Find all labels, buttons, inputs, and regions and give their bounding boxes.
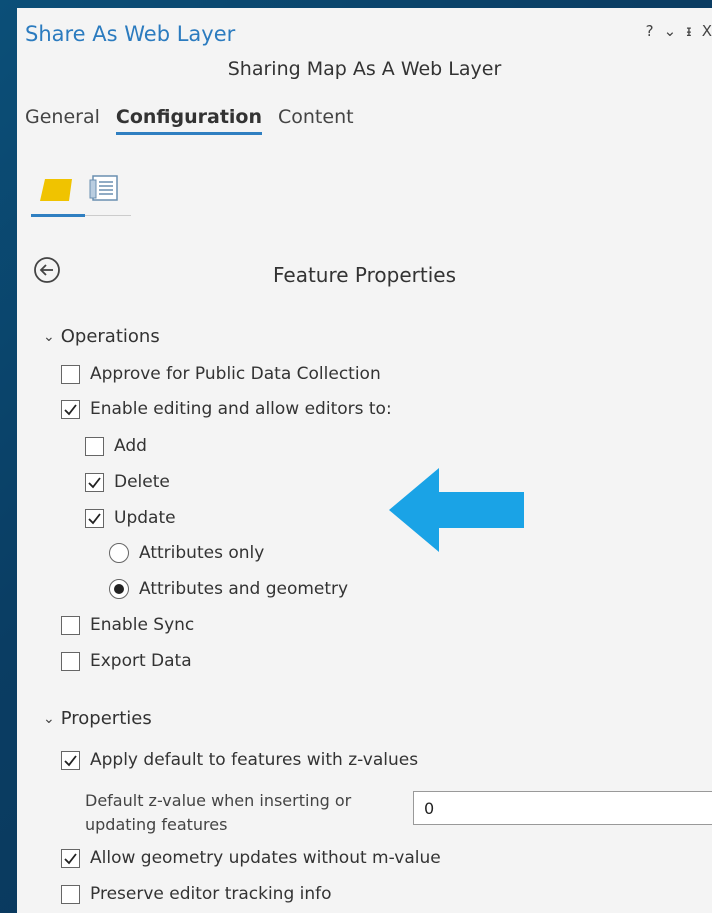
subtab-divider [85,215,131,216]
properties-header-label: Properties [60,708,152,729]
update-row[interactable]: Update [85,508,176,528]
attributes-only-row[interactable]: Attributes only [109,543,264,563]
attributes-geometry-radio[interactable] [109,579,129,599]
default-z-value-label-line2: updating features [85,815,228,834]
section-title: Feature Properties [272,263,456,287]
layer-icon[interactable] [39,178,73,202]
arrow-pointer-icon [389,468,524,552]
add-row[interactable]: Add [85,436,147,456]
pane-controls: ? ⌄ ᵻ X [646,22,712,40]
preserve-editor-tracking-label: Preserve editor tracking info [90,884,332,904]
chevron-down-icon: ⌄ [43,328,55,345]
checkmark-icon [88,476,101,488]
config-subtabs [31,170,131,226]
close-icon[interactable]: X [702,22,712,40]
allow-geometry-updates-label: Allow geometry updates without m-value [90,848,441,868]
delete-row[interactable]: Delete [85,472,170,492]
attributes-geometry-row[interactable]: Attributes and geometry [109,579,348,599]
default-z-value-input[interactable] [413,791,712,825]
checkmark-icon [64,403,77,415]
list-icon[interactable] [89,174,123,204]
add-checkbox[interactable] [85,436,104,456]
default-z-value-label: Default z-value when inserting or updati… [85,789,385,837]
operations-header-label: Operations [60,326,160,347]
export-data-checkbox[interactable] [61,651,80,671]
export-data-label: Export Data [90,651,192,671]
tab-bar: General Configuration Content [25,106,354,135]
attributes-only-label: Attributes only [139,543,265,563]
update-checkbox[interactable] [85,508,104,528]
radio-selected-dot [114,584,124,594]
help-icon[interactable]: ? [646,22,654,40]
delete-label: Delete [114,472,170,492]
share-web-layer-pane: Share As Web Layer ? ⌄ ᵻ X Sharing Map A… [17,8,712,913]
attributes-geometry-label: Attributes and geometry [139,579,349,599]
tab-content[interactable]: Content [278,106,354,135]
apply-default-z-checkbox[interactable] [61,750,80,770]
add-label: Add [114,436,147,456]
allow-geometry-updates-row[interactable]: Allow geometry updates without m-value [61,848,441,868]
enable-sync-label: Enable Sync [90,615,195,635]
export-data-row[interactable]: Export Data [61,651,192,671]
enable-sync-row[interactable]: Enable Sync [61,615,194,635]
apply-default-z-label: Apply default to features with z-values [90,750,419,770]
preserve-editor-tracking-checkbox[interactable] [61,884,80,904]
default-z-value-label-line1: Default z-value when inserting or [85,791,352,810]
approve-public-checkbox[interactable] [61,364,80,384]
options-dropdown-icon[interactable]: ⌄ [664,22,677,40]
properties-header[interactable]: ⌄ Properties [43,708,152,729]
update-label: Update [114,508,176,528]
tab-configuration[interactable]: Configuration [115,106,262,135]
delete-checkbox[interactable] [85,472,104,492]
enable-editing-row[interactable]: Enable editing and allow editors to: [61,399,392,419]
tab-general[interactable]: General [25,106,100,135]
attributes-only-radio[interactable] [109,543,129,563]
pane-title: Share As Web Layer [25,22,236,46]
pin-icon[interactable]: ᵻ [686,22,692,40]
preserve-editor-tracking-row[interactable]: Preserve editor tracking info [61,884,332,904]
chevron-down-icon: ⌄ [43,710,55,727]
enable-sync-checkbox[interactable] [61,615,80,635]
enable-editing-label: Enable editing and allow editors to: [90,399,392,419]
checkmark-icon [64,852,77,864]
checkmark-icon [88,512,101,524]
pane-subtitle: Sharing Map As A Web Layer [227,58,502,80]
apply-default-z-row[interactable]: Apply default to features with z-values [61,750,418,770]
operations-header[interactable]: ⌄ Operations [43,326,160,347]
approve-public-label: Approve for Public Data Collection [90,364,381,384]
allow-geometry-updates-checkbox[interactable] [61,848,80,868]
checkmark-icon [64,754,77,766]
subtab-active-indicator [31,214,85,217]
enable-editing-checkbox[interactable] [61,399,80,419]
approve-public-row[interactable]: Approve for Public Data Collection [61,364,381,384]
